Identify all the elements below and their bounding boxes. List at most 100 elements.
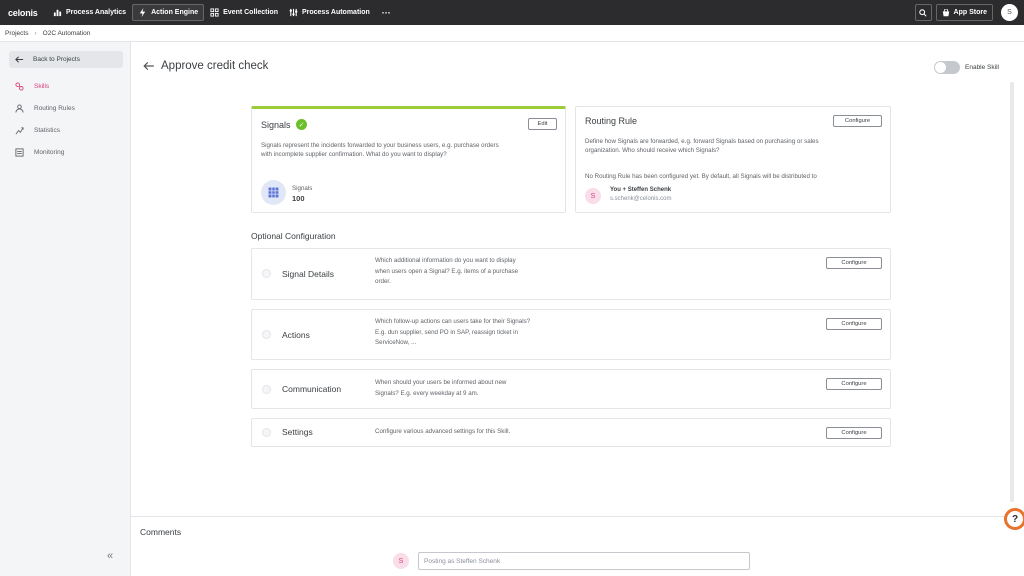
celonis-logo[interactable]: celonis (8, 0, 48, 25)
communication-description-line: Signals? E.g. every weekday at 9 am. (375, 389, 479, 397)
app-store-label: App Store (953, 9, 987, 16)
back-arrow-icon[interactable] (143, 60, 155, 75)
signal-details-status-icon (262, 269, 271, 278)
signal-details-row: Signal Details Which additional informat… (251, 248, 891, 300)
breadcrumb-current[interactable]: O2C Automation (43, 30, 91, 37)
recipient-email: s.schenk@celonis.com (610, 196, 672, 202)
collapse-sidebar-icon[interactable]: « (107, 550, 113, 562)
comments-divider (131, 516, 1024, 517)
collection-icon (210, 8, 219, 17)
nav-process-analytics[interactable]: Process Analytics (48, 4, 131, 21)
nav-action-engine[interactable]: Action Engine (132, 4, 205, 21)
recipient-avatar: S (585, 188, 601, 204)
actions-description-line: Which follow-up actions can users take f… (375, 318, 531, 325)
signals-count-value: 100 (292, 194, 305, 203)
user-avatar[interactable]: S (1001, 4, 1018, 21)
skills-icon (15, 82, 24, 91)
user-icon (15, 104, 24, 113)
enable-skill-label: Enable Skill (965, 64, 999, 71)
communication-description: When should your users be informed about… (375, 378, 560, 399)
routing-rule-description-line: organization. Who should receive which S… (585, 147, 720, 154)
monitoring-icon (15, 148, 24, 157)
search-icon (919, 8, 927, 17)
communication-name: Communication (282, 384, 342, 394)
nav-process-automation-label: Process Automation (301, 9, 370, 16)
search-button[interactable] (914, 4, 932, 21)
back-to-projects-button[interactable]: Back to Projects (9, 51, 123, 68)
sidebar-item-monitoring-label: Monitoring (34, 149, 65, 156)
actions-row: Actions Which follow-up actions can user… (251, 309, 891, 360)
comment-input[interactable] (418, 552, 750, 570)
sidebar-item-statistics[interactable]: Statistics (15, 126, 60, 135)
routing-rule-description: Define how Signals are forwarded, e.g. f… (585, 137, 819, 155)
help-button[interactable]: ? (1004, 508, 1024, 530)
nav-event-collection-label: Event Collection (223, 9, 278, 16)
signal-details-description-line: Which additional information do you want… (375, 257, 516, 264)
breadcrumb-separator: › (34, 29, 37, 37)
sidebar-item-skills[interactable]: Skills (15, 82, 49, 91)
arrow-left-icon (15, 56, 24, 63)
signal-details-name: Signal Details (282, 269, 334, 279)
main-content: Approve credit check Enable Skill Signal… (131, 42, 1024, 576)
routing-rule-note: No Routing Rule has been configured yet.… (585, 173, 817, 180)
top-bar: celonis Process Analytics Action Engine … (0, 0, 1024, 25)
signals-title: Signals (261, 120, 291, 130)
page-title: Approve credit check (161, 60, 269, 72)
actions-description-line: E.g. dun supplier, send PO in SAP, reass… (375, 328, 518, 336)
settings-row: Settings Configure various advanced sett… (251, 418, 891, 447)
edit-signals-button[interactable]: Edit (528, 118, 557, 130)
store-icon (942, 8, 949, 16)
lightning-icon (139, 8, 146, 17)
communication-row: Communication When should your users be … (251, 369, 891, 409)
configure-communication-button[interactable]: Configure (826, 378, 882, 390)
settings-description-line: Configure various advanced settings for … (375, 428, 511, 435)
back-to-projects-label: Back to Projects (33, 56, 80, 63)
comment-avatar: S (393, 553, 409, 569)
actions-description-line: ServiceNow, ... (375, 339, 417, 346)
sidebar-item-skills-label: Skills (34, 83, 50, 90)
communication-description-line: When should your users be informed about… (375, 379, 507, 386)
chart-icon (53, 9, 62, 17)
configure-routing-button[interactable]: Configure (833, 115, 882, 127)
automation-icon (289, 8, 298, 17)
signals-description-line: Signals represent the incidents forwarde… (261, 142, 499, 149)
breadcrumb-projects[interactable]: Projects (5, 30, 28, 37)
sidebar: Back to Projects Skills Routing Rules St… (0, 42, 131, 576)
signal-details-description-line: order. (375, 278, 391, 285)
enable-skill-toggle[interactable] (934, 61, 960, 74)
app-store-button[interactable]: App Store (935, 4, 993, 21)
statistics-icon (15, 127, 24, 135)
configure-signal-details-button[interactable]: Configure (826, 257, 882, 269)
communication-status-icon (262, 385, 271, 394)
signals-description-line: with incomplete supplier confirmation. W… (261, 151, 447, 158)
actions-description: Which follow-up actions can users take f… (375, 317, 560, 349)
comments-title: Comments (140, 527, 182, 537)
settings-name: Settings (282, 427, 313, 437)
optional-configuration-title: Optional Configuration (251, 231, 336, 241)
settings-description: Configure various advanced settings for … (375, 427, 675, 438)
nav-action-engine-label: Action Engine (151, 9, 199, 16)
nav-process-analytics-label: Process Analytics (66, 9, 127, 16)
nav-process-automation[interactable]: Process Automation (284, 4, 375, 21)
sidebar-item-routing-rules-label: Routing Rules (34, 105, 75, 112)
actions-name: Actions (282, 330, 310, 340)
signals-description: Signals represent the incidents forwarde… (261, 141, 499, 159)
signal-details-description: Which additional information do you want… (375, 256, 560, 288)
signals-card: Signals ✓ Edit Signals represent the inc… (251, 106, 566, 213)
sidebar-item-monitoring[interactable]: Monitoring (15, 148, 64, 157)
routing-rule-card: Routing Rule Configure Define how Signal… (575, 106, 891, 213)
configure-settings-button[interactable]: Configure (826, 427, 882, 439)
breadcrumb: Projects › O2C Automation (0, 25, 1024, 42)
signal-details-description-line: when users open a Signal? E.g. items of … (375, 267, 519, 275)
table-icon (261, 180, 286, 205)
actions-status-icon (262, 330, 271, 339)
configure-actions-button[interactable]: Configure (826, 318, 882, 330)
routing-rule-description-line: Define how Signals are forwarded, e.g. f… (585, 138, 819, 145)
settings-status-icon (262, 428, 271, 437)
routing-rule-title: Routing Rule (585, 116, 638, 126)
scrollbar[interactable] (1010, 82, 1014, 502)
more-menu-icon[interactable]: ··· (376, 8, 397, 18)
nav-event-collection[interactable]: Event Collection (205, 4, 283, 21)
sidebar-item-routing-rules[interactable]: Routing Rules (15, 104, 75, 113)
signals-count-label: Signals (292, 185, 313, 192)
